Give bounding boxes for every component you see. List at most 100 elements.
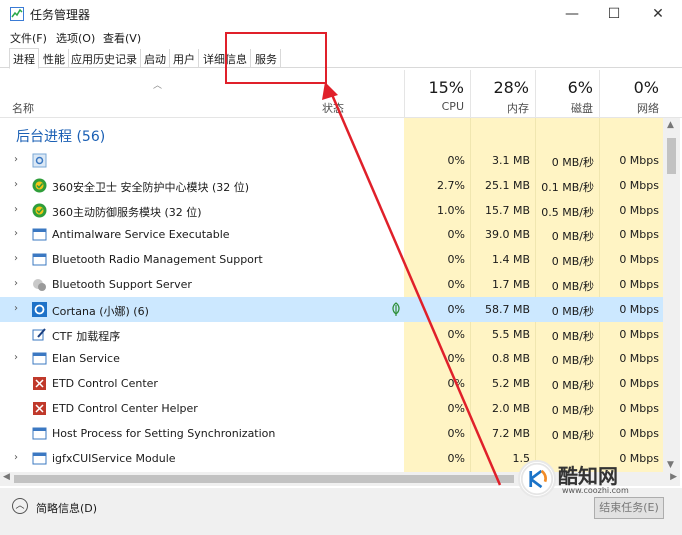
- cpu-cell: 0%: [447, 327, 465, 341]
- process-name: Bluetooth Support Server: [52, 278, 192, 291]
- table-row[interactable]: › Cortana (小娜) (6) 0% 58.7 MB 0 MB/秒 0 Mbps: [0, 296, 663, 322]
- process-list: 后台进程 (56) › 0% 3.1 MB 0 MB/秒 0 Mbps › 360安全卫士 …: [0, 118, 663, 472]
- gear-icon: [32, 153, 47, 168]
- 360-shield-icon: [32, 203, 47, 218]
- memory-cell: 1.7 MB: [491, 278, 530, 291]
- memory-cell: 1.4 MB: [491, 253, 530, 267]
- window-icon: [32, 426, 47, 441]
- expand-chevron-icon[interactable]: ›: [14, 154, 18, 165]
- expand-chevron-icon[interactable]: ›: [14, 179, 18, 190]
- network-cell: 0 Mbps: [619, 327, 659, 341]
- memory-cell: 7.2 MB: [491, 426, 530, 440]
- expand-chevron-icon[interactable]: ›: [14, 253, 18, 264]
- name-column-header[interactable]: 名称: [12, 100, 34, 116]
- close-button[interactable]: ✕: [636, 0, 680, 28]
- disk-cell: 0 MB/秒: [551, 230, 594, 244]
- window-icon: [32, 252, 47, 267]
- table-row[interactable]: ETD Control Center 0% 5.2 MB 0 MB/秒 0 Mbps: [0, 371, 663, 396]
- vertical-scrollbar[interactable]: ▲ ▼: [663, 118, 680, 472]
- disk-column-header[interactable]: 磁盘: [535, 100, 593, 116]
- table-row[interactable]: › 360主动防御服务模块 (32 位) 1.0% 15.7 MB 0.5 MB/秒 0 …: [0, 198, 663, 223]
- window-title: 任务管理器: [30, 8, 91, 22]
- cpu-column-header[interactable]: CPU: [404, 100, 464, 113]
- 360-shield-icon: [32, 178, 47, 193]
- bluetooth-service-icon: [32, 277, 47, 292]
- disk-cell: 0 MB/秒: [551, 354, 594, 368]
- minimize-button[interactable]: —: [550, 0, 594, 28]
- etd-icon: [32, 401, 47, 416]
- watermark: 酷知网 www.coozhi.com: [518, 460, 668, 500]
- table-row[interactable]: › 0% 3.1 MB 0 MB/秒 0 Mbps: [0, 148, 663, 173]
- disk-cell: 0 MB/秒: [551, 156, 594, 169]
- expand-chevron-icon[interactable]: ›: [14, 228, 18, 239]
- memory-cell: 3.1 MB: [491, 154, 530, 167]
- close-icon: ✕: [652, 6, 664, 22]
- process-name: Antimalware Service Executable: [52, 228, 230, 242]
- menu-view[interactable]: 查看(V): [103, 30, 141, 46]
- tab-performance[interactable]: 性能: [40, 49, 69, 68]
- cpu-cell: 0%: [447, 302, 465, 316]
- network-cell: 0 Mbps: [619, 302, 659, 316]
- memory-cell: 5.2 MB: [491, 377, 530, 391]
- tab-startup[interactable]: 启动: [141, 49, 170, 68]
- memory-cell: 0.8 MB: [491, 352, 530, 366]
- less-details-link[interactable]: 简略信息(D): [36, 500, 97, 516]
- network-cell: 0 Mbps: [619, 426, 659, 440]
- cpu-cell: 1.0%: [437, 203, 465, 217]
- scroll-thumb[interactable]: [667, 138, 676, 174]
- disk-cell: 0 MB/秒: [551, 304, 594, 318]
- coozhi-logo: [518, 460, 556, 498]
- tab-users[interactable]: 用户: [170, 49, 199, 68]
- network-cell: 0 Mbps: [619, 278, 659, 291]
- network-cell: 0 Mbps: [619, 402, 659, 415]
- scroll-right-icon[interactable]: ▶: [670, 472, 677, 482]
- expand-chevron-icon[interactable]: ›: [14, 204, 18, 215]
- process-name: ETD Control Center: [52, 377, 158, 391]
- sort-chevron-icon[interactable]: ︿: [153, 78, 162, 91]
- cpu-cell: 2.7%: [437, 178, 465, 192]
- table-row[interactable]: ETD Control Center Helper 0% 2.0 MB 0 MB/秒 0…: [0, 396, 663, 421]
- tab-app-history[interactable]: 应用历史记录: [68, 49, 141, 68]
- table-row[interactable]: › Antimalware Service Executable 0% 39.0 MB…: [0, 222, 663, 247]
- scroll-up-icon[interactable]: ▲: [667, 120, 674, 130]
- network-cell: 0 Mbps: [619, 377, 659, 391]
- table-row[interactable]: › Bluetooth Radio Management Support 0% 1.4…: [0, 247, 663, 272]
- disk-cell: 0 MB/秒: [551, 280, 594, 293]
- menu-file[interactable]: 文件(F): [10, 30, 47, 46]
- network-column-header[interactable]: 网络: [599, 100, 659, 116]
- efficiency-leaf-icon: [389, 301, 403, 316]
- network-cell: 0 Mbps: [619, 228, 659, 242]
- hscroll-thumb[interactable]: [14, 475, 514, 483]
- cortana-icon: [32, 301, 47, 317]
- memory-cell: 25.1 MB: [484, 178, 530, 192]
- status-column-header[interactable]: 状态: [322, 100, 344, 116]
- memory-cell: 5.5 MB: [491, 327, 530, 341]
- window-icon: [32, 227, 47, 242]
- table-row[interactable]: › 360安全卫士 安全防护中心模块 (32 位) 2.7% 25.1 MB 0.1 M…: [0, 173, 663, 198]
- group-title: 后台进程 (56): [16, 129, 106, 145]
- process-name: Elan Service: [52, 352, 120, 366]
- memory-column-header[interactable]: 内存: [470, 100, 529, 116]
- window-icon: [32, 351, 47, 366]
- scroll-down-icon[interactable]: ▼: [667, 460, 674, 470]
- expand-chevron-icon[interactable]: ›: [14, 278, 18, 289]
- table-row[interactable]: CTF 加载程序 0% 5.5 MB 0 MB/秒 0 Mbps: [0, 322, 663, 347]
- cpu-cell: 0%: [447, 253, 465, 267]
- memory-cell: 39.0 MB: [484, 228, 530, 242]
- scroll-left-icon[interactable]: ◀: [3, 472, 10, 482]
- table-row[interactable]: › Elan Service 0% 0.8 MB 0 MB/秒 0 Mbps: [0, 346, 663, 371]
- tab-processes[interactable]: 进程: [9, 48, 39, 69]
- menu-options[interactable]: 选项(O): [56, 30, 95, 46]
- cpu-cell: 0%: [447, 154, 465, 167]
- maximize-button[interactable]: ☐: [592, 0, 636, 28]
- table-row[interactable]: › Bluetooth Support Server 0% 1.7 MB 0 MB/秒 0…: [0, 272, 663, 297]
- end-task-button[interactable]: 结束任务(E): [594, 497, 664, 519]
- disk-cell: 0 MB/秒: [551, 379, 594, 393]
- expand-chevron-icon[interactable]: ›: [14, 303, 18, 314]
- chevron-up-icon[interactable]: ︿: [12, 498, 28, 514]
- expand-chevron-icon[interactable]: ›: [14, 452, 18, 463]
- process-name: ETD Control Center Helper: [52, 402, 198, 415]
- table-row[interactable]: Host Process for Setting Synchronization…: [0, 421, 663, 446]
- expand-chevron-icon[interactable]: ›: [14, 352, 18, 363]
- cpu-total: 15%: [428, 78, 464, 97]
